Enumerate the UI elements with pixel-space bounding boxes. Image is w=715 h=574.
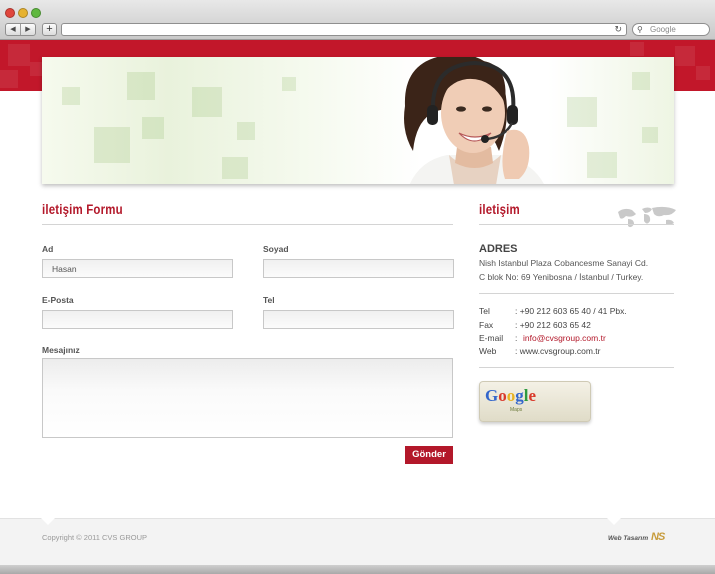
- ad-input[interactable]: [42, 259, 233, 278]
- address-line-1: Nish Istanbul Plaza Cobancesme Sanayi Cd…: [479, 258, 649, 268]
- contact-web-value[interactable]: : www.cvsgroup.com.tr: [515, 346, 601, 356]
- page-footer: Copyright © 2011 CVS GROUP Web Tasarım N…: [0, 518, 715, 565]
- mesaj-textarea[interactable]: [42, 358, 453, 438]
- search-placeholder: Google: [650, 25, 676, 34]
- browser-toolbar: ◀ ▶ + ↻ ⚲ Google: [0, 0, 715, 40]
- add-bookmark-button[interactable]: +: [42, 23, 57, 36]
- tel-label: Tel: [263, 295, 275, 305]
- browser-search-input[interactable]: ⚲ Google: [632, 23, 710, 36]
- minimize-window-button[interactable]: [18, 8, 28, 18]
- contact-title: iletişim: [479, 201, 520, 217]
- form-title-divider: [42, 224, 453, 225]
- back-button[interactable]: ◀: [6, 24, 20, 35]
- soyad-input[interactable]: [263, 259, 454, 278]
- footer-notch-left: [41, 518, 55, 525]
- eposta-label: E-Posta: [42, 295, 74, 305]
- google-maps-sub: Maps: [510, 407, 523, 413]
- contact-email-link[interactable]: info@cvsgroup.com.tr: [523, 333, 606, 343]
- hero-banner: [42, 57, 674, 184]
- reload-icon[interactable]: ↻: [614, 24, 622, 36]
- address-divider: [479, 293, 674, 294]
- contact-fax-value: : +90 212 603 65 42: [515, 320, 591, 330]
- world-map-icon: [618, 206, 676, 228]
- contact-web-label: Web: [479, 346, 497, 356]
- zoom-window-button[interactable]: [31, 8, 41, 18]
- browser-window: ◀ ▶ + ↻ ⚲ Google iletişim Formu Ad Hasan…: [0, 0, 715, 574]
- contact-tel-label: Tel: [479, 306, 490, 316]
- mesaj-label: Mesajınız: [42, 345, 80, 355]
- address-bar[interactable]: ↻: [61, 23, 627, 36]
- browser-status-bar: [0, 565, 715, 574]
- contact-email-colon: :: [515, 333, 518, 343]
- soyad-label: Soyad: [263, 244, 289, 254]
- copyright-text: Copyright © 2011 CVS GROUP: [42, 533, 148, 542]
- google-maps-logo: Google: [485, 386, 537, 405]
- contact-tel-value: : +90 212 603 65 40 / 41 Pbx.: [515, 306, 627, 316]
- address-title: ADRES: [479, 243, 518, 255]
- send-button[interactable]: Gönder: [405, 446, 453, 464]
- designer-logo[interactable]: NS: [651, 531, 665, 543]
- contact-title-divider: [479, 224, 674, 225]
- tel-input[interactable]: [263, 310, 454, 329]
- forward-button[interactable]: ▶: [20, 24, 35, 35]
- contact-fax-label: Fax: [479, 320, 494, 330]
- support-agent-photo: [404, 57, 544, 184]
- contact-divider: [479, 367, 674, 368]
- google-maps-button[interactable]: Google Maps: [479, 381, 591, 422]
- web-design-label[interactable]: Web Tasarım: [608, 535, 648, 542]
- form-title: iletişim Formu: [42, 201, 123, 217]
- address-line-2: C blok No: 69 Yenibosna / İstanbul / Tur…: [479, 272, 644, 282]
- eposta-input[interactable]: [42, 310, 233, 329]
- contact-email-label: E-mail: [479, 333, 504, 343]
- magnifier-icon: ⚲: [637, 25, 643, 34]
- history-nav: ◀ ▶: [5, 23, 36, 36]
- close-window-button[interactable]: [5, 8, 15, 18]
- footer-notch-right: [607, 518, 621, 525]
- ad-label: Ad: [42, 244, 54, 254]
